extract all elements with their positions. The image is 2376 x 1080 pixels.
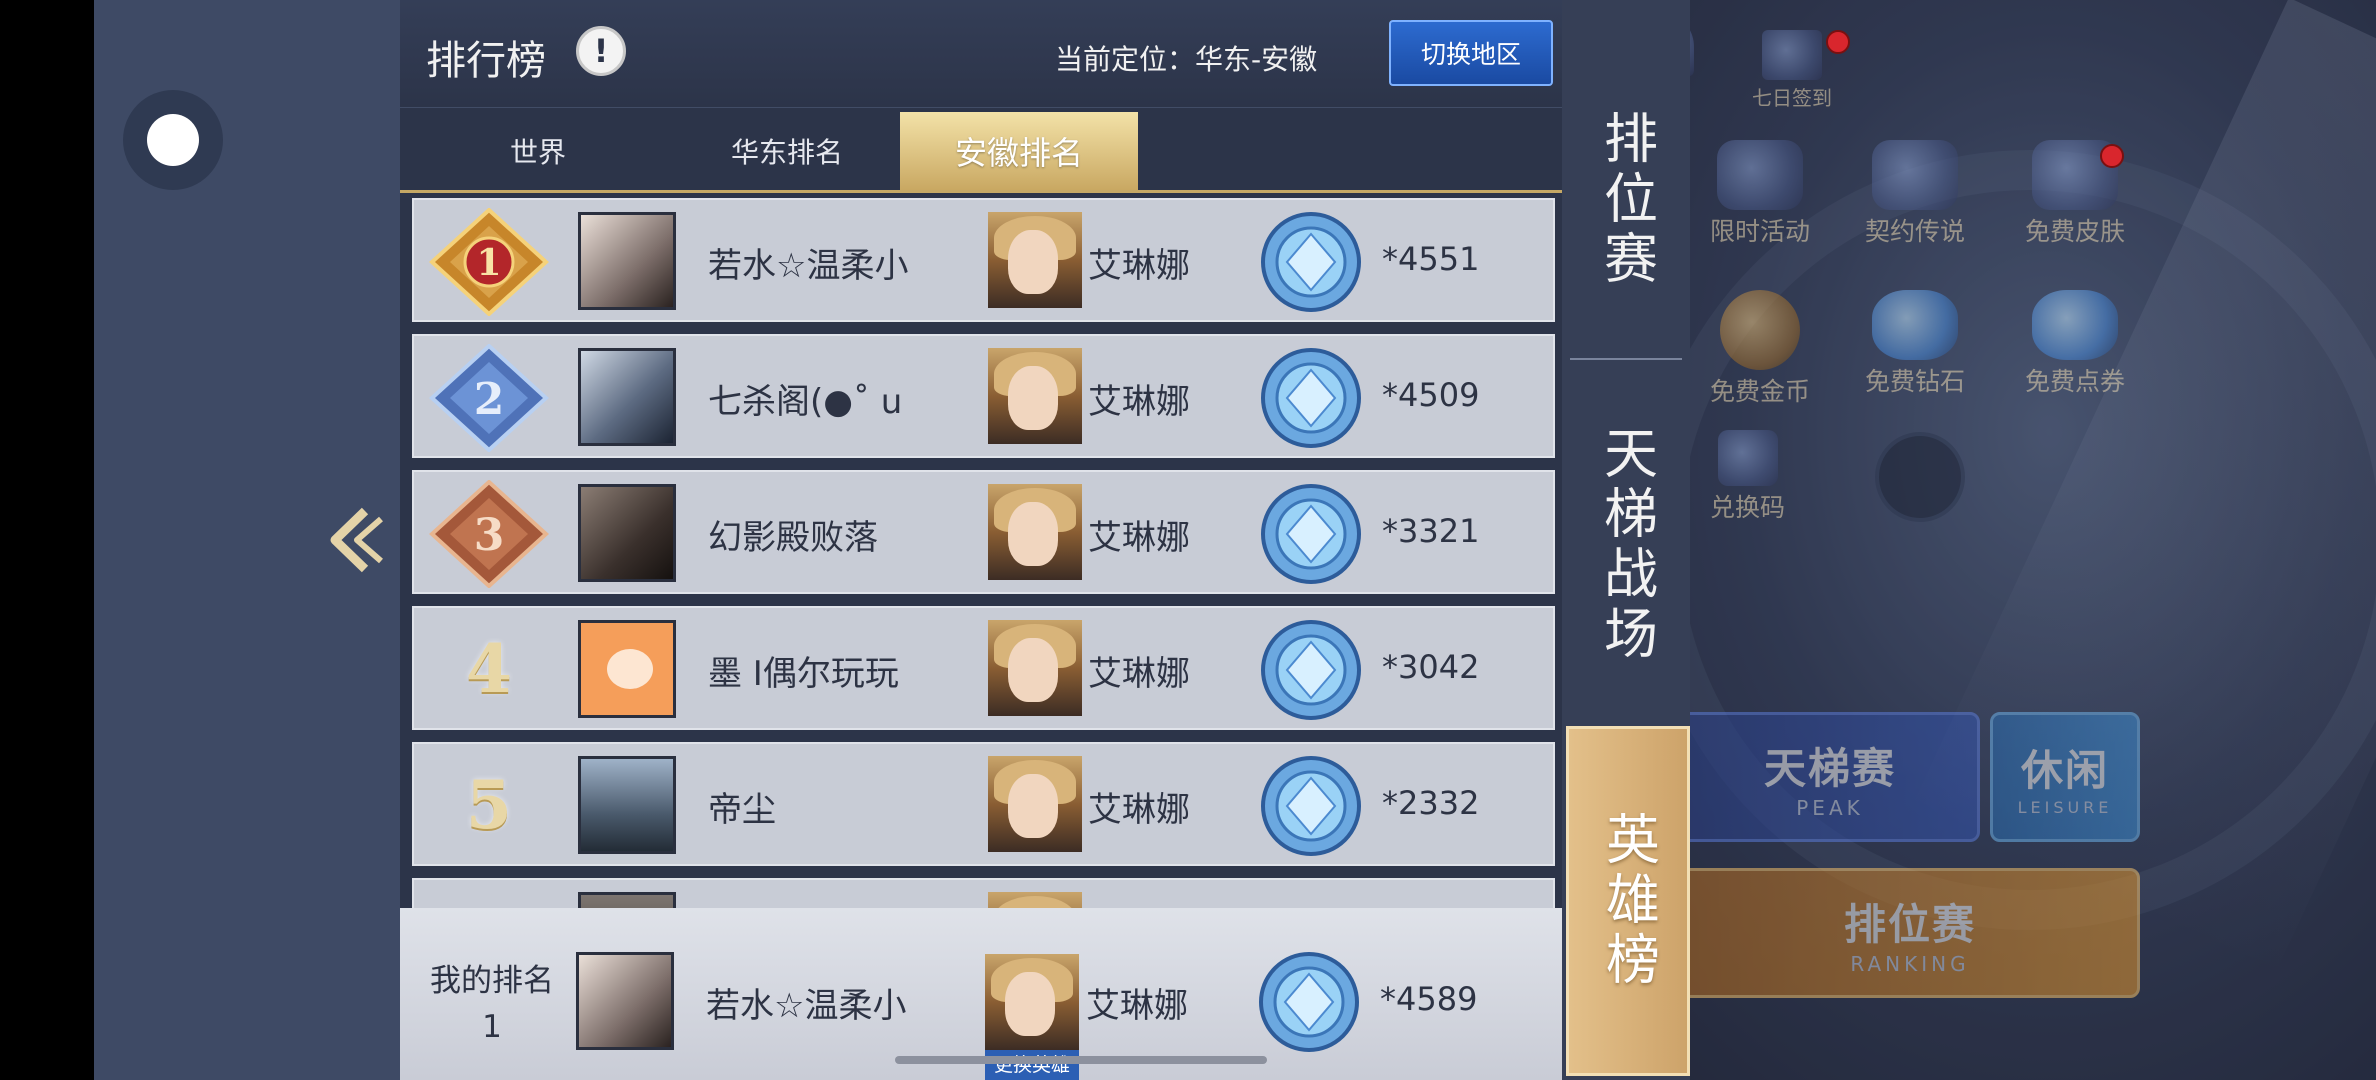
category-tabs: 排位赛 天梯战场 英雄榜 [1562,0,1690,1080]
player-name: 七杀阁(●˚ u [708,382,903,422]
ranking-tabs: 世界 华东排名 安徽排名 [400,112,1562,192]
table-row[interactable]: 5 帝尘 艾琳娜 *2332 [412,742,1555,866]
score: *4509 [1382,376,1480,414]
circle-icon [147,114,199,166]
hero-portrait[interactable] [988,756,1082,852]
tab-anhui[interactable]: 安徽排名 [900,112,1138,190]
table-row[interactable]: 2 七杀阁(●˚ u 艾琳娜 *4509 [412,334,1555,458]
peak-mode-button[interactable]: 天梯赛 PEAK [1680,712,1980,842]
player-name: 墨 I偶尔玩玩 [708,654,899,694]
score: *4589 [1380,980,1478,1018]
rank-gem-icon [1261,348,1361,448]
panel-header: 排行榜 ! 当前定位：华东-安徽 切换地区 [400,0,1562,108]
hero-portrait[interactable] [988,620,1082,716]
rank-number: 5 [466,766,512,844]
rank-gem-icon [1261,484,1361,584]
table-row[interactable]: 3 幻影殿败落 艾琳娜 *3321 [412,470,1555,594]
svg-text:3: 3 [474,510,505,561]
floating-assist-button[interactable] [123,90,223,190]
hero-name: 艾琳娜 [1088,382,1190,422]
tab-underline [400,190,1562,193]
tab-ranked[interactable]: 排位赛 [1562,50,1690,350]
tab-world[interactable]: 世界 [458,112,618,190]
info-icon[interactable]: ! [576,26,626,76]
score: *3321 [1382,512,1480,550]
table-row[interactable] [412,878,1555,908]
rank-gem-icon [1261,212,1361,312]
redeem-code-icon[interactable]: 兑换码 [1710,430,1785,524]
svg-text:2: 2 [474,374,505,425]
tab-ladder[interactable]: 天梯战场 [1562,380,1690,710]
avatar[interactable] [578,212,676,310]
leisure-mode-button[interactable]: 休闲 LEISURE [1990,712,2140,842]
avatar[interactable] [578,892,676,908]
hero-name: 艾琳娜 [1086,986,1188,1026]
gold-medal-icon: 1 [429,208,549,316]
switch-region-button[interactable]: 切换地区 [1389,20,1553,86]
score: *3042 [1382,648,1480,686]
panel-title: 排行榜 [426,38,546,84]
my-rank-label: 我的排名 1 [430,963,554,1045]
contract-legend-icon[interactable]: 契约传说 [1865,140,1965,248]
my-rank-bar: 我的排名 1 若水☆温柔小 更换英雄 艾琳娜 *4589 [400,908,1562,1080]
rank-number: 4 [466,630,512,708]
hero-portrait[interactable] [988,348,1082,444]
avatar[interactable] [578,756,676,854]
sound-icon[interactable] [1875,432,1965,522]
free-diamond-icon[interactable]: 免费钻石 [1865,290,1965,398]
svg-text:1: 1 [476,242,501,284]
leaderboard-panel: 排行榜 ! 当前定位：华东-安徽 切换地区 世界 华东排名 安徽排名 1 若水☆… [400,0,1562,1080]
tab-east-china[interactable]: 华东排名 [662,112,912,190]
current-location: 当前定位：华东-安徽 [1055,43,1318,76]
limited-event-icon[interactable]: 限时活动 [1710,140,1810,248]
screen: 友 七日签到 限时活动 契约传说 免费皮肤 免费金币 免费钻石 免费点券 兑换码 [0,0,2376,1080]
screen-edge [0,0,94,1080]
ranking-mode-button[interactable]: 排位赛 RANKING [1680,868,2140,998]
hero-name: 艾琳娜 [1088,246,1190,286]
table-row[interactable]: 1 若水☆温柔小 艾琳娜 *4551 [412,198,1555,322]
rank-gem-icon [1261,620,1361,720]
notification-dot [2100,144,2124,168]
player-name: 若水☆温柔小 [708,246,909,286]
bronze-medal-icon: 3 [429,480,549,588]
score: *2332 [1382,784,1480,822]
avatar[interactable] [578,348,676,446]
rank-gem-icon [1261,756,1361,856]
table-row[interactable]: 4 墨 I偶尔玩玩 艾琳娜 *3042 [412,606,1555,730]
score: *4551 [1382,240,1480,278]
player-name: 幻影殿败落 [708,518,878,558]
player-name: 若水☆温柔小 [706,986,907,1026]
change-hero-button[interactable]: 更换英雄 [985,1050,1079,1080]
home-indicator[interactable] [895,1056,1267,1064]
free-gold-icon[interactable]: 免费金币 [1710,290,1810,408]
hero-name: 艾琳娜 [1088,790,1190,830]
ranking-list[interactable]: 1 若水☆温柔小 艾琳娜 *4551 2 七杀阁(●˚ u 艾琳娜 *4509 … [412,198,1555,908]
hero-portrait[interactable] [988,212,1082,308]
hero-portrait[interactable] [985,954,1079,1050]
avatar[interactable] [578,484,676,582]
free-coupon-icon[interactable]: 免费点券 [2025,290,2125,398]
hero-name: 艾琳娜 [1088,654,1190,694]
seven-day-signin[interactable]: 七日签到 [1752,30,1832,111]
hero-portrait[interactable] [988,484,1082,580]
chevron-left-icon[interactable] [325,505,385,575]
rank-gem-icon [1259,952,1359,1052]
notification-dot [1826,30,1850,54]
hero-name: 艾琳娜 [1088,518,1190,558]
avatar[interactable] [576,952,674,1050]
silver-medal-icon: 2 [429,344,549,452]
hero-portrait[interactable] [988,892,1082,908]
player-name: 帝尘 [708,790,776,830]
avatar[interactable] [578,620,676,718]
tab-hero-board[interactable]: 英雄榜 [1566,726,1690,1076]
